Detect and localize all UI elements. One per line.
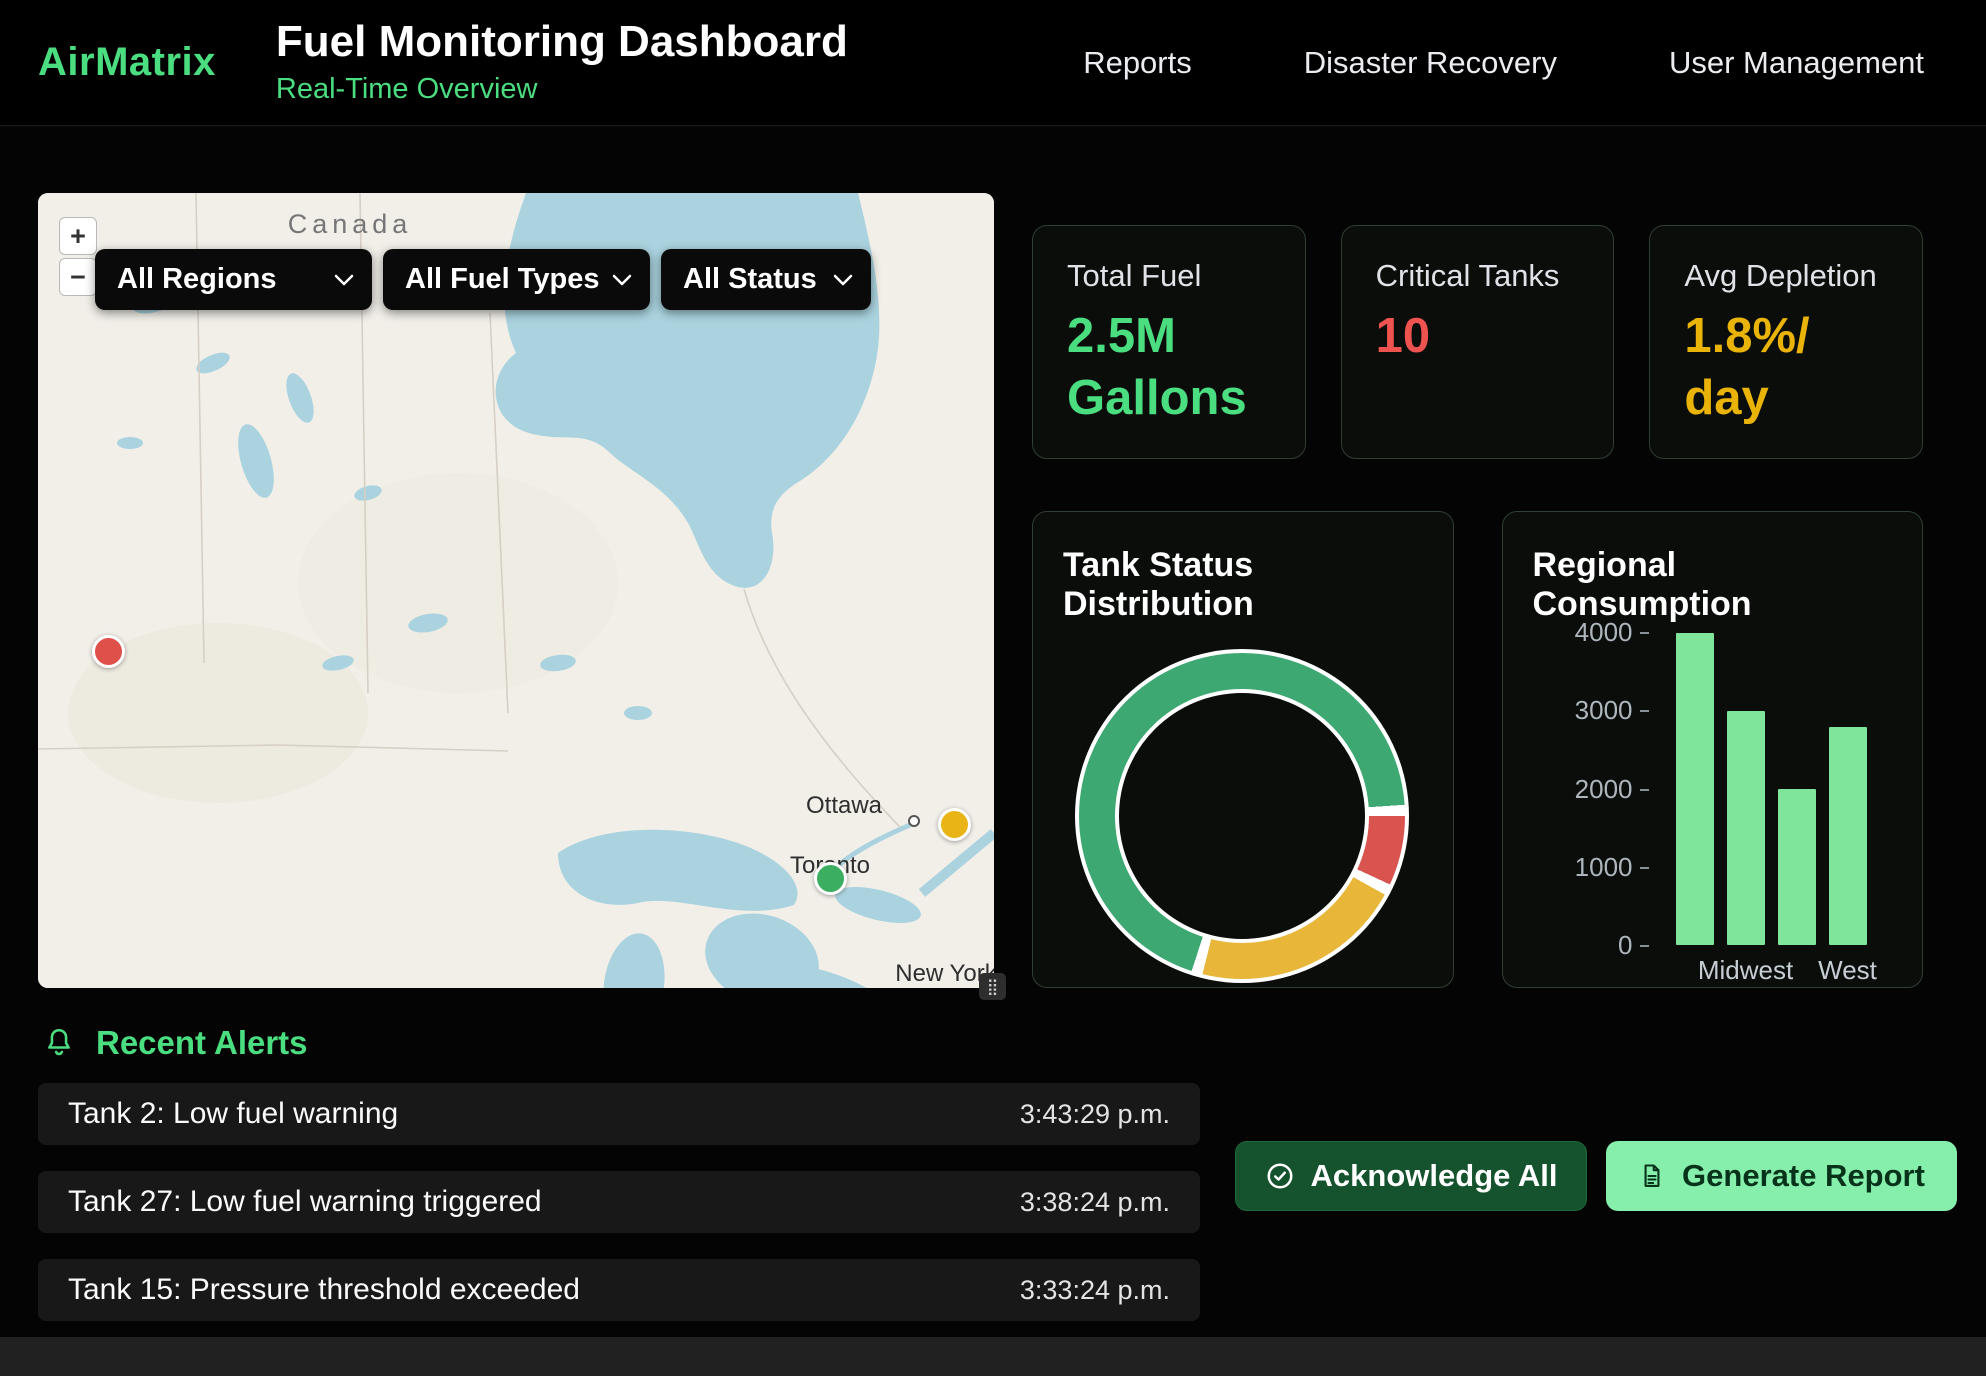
document-icon (1638, 1161, 1666, 1191)
chevron-down-icon (833, 274, 853, 286)
main-nav: Reports Disaster Recovery User Managemen… (1083, 45, 1924, 81)
map-art: Canada Ottawa Toronto New York (38, 193, 994, 988)
y-tick-label: 1000 (1575, 854, 1649, 880)
chevron-down-icon (612, 274, 632, 286)
bar-xaxis: Midwest West (1676, 955, 1867, 986)
page-title: Fuel Monitoring Dashboard (276, 19, 848, 65)
y-tick-label: 2000 (1575, 776, 1649, 802)
ottawa-city-dot (909, 816, 919, 826)
alert-message: Tank 27: Low fuel warning triggered (68, 1185, 542, 1219)
region-filter-value: All Regions (117, 263, 277, 296)
stat-value: 2.5M Gallons (1067, 306, 1271, 429)
alert-list: Tank 2: Low fuel warning 3:43:29 p.m. Ta… (38, 1083, 1200, 1347)
generate-report-label: Generate Report (1682, 1158, 1925, 1194)
y-tick-label: 0 (1618, 932, 1648, 958)
bar-1 (1727, 711, 1765, 945)
stat-card-avg-depletion: Avg Depletion 1.8%/ day (1649, 225, 1923, 459)
x-tick-label: West (1829, 955, 1867, 986)
bar-0 (1676, 633, 1714, 945)
alert-time: 3:43:29 p.m. (1020, 1099, 1170, 1130)
bar-2 (1778, 789, 1816, 945)
status-filter-select[interactable]: All Status (661, 249, 871, 310)
map-filters: All Regions All Fuel Types All Status (95, 249, 871, 310)
stat-card-total-fuel: Total Fuel 2.5M Gallons (1032, 225, 1306, 459)
map-panel: Canada Ottawa Toronto New York + − All R… (38, 193, 994, 988)
stat-label: Total Fuel (1067, 258, 1271, 294)
alert-row: Tank 2: Low fuel warning 3:43:29 p.m. (38, 1083, 1200, 1145)
tank-status-card: Tank Status Distribution (1032, 511, 1454, 988)
brand-logo[interactable]: AirMatrix (38, 40, 216, 85)
status-filter-value: All Status (683, 263, 817, 296)
check-circle-icon (1265, 1161, 1295, 1191)
alert-time: 3:38:24 p.m. (1020, 1187, 1170, 1218)
y-tick-label: 3000 (1575, 697, 1649, 723)
chevron-down-icon (334, 274, 354, 286)
regional-consumption-card: Regional Consumption 0 1000 2000 3000 4000 M… (1502, 511, 1924, 988)
chart-title-regional-consumption: Regional Consumption (1533, 546, 1893, 624)
x-tick-label: Midwest (1727, 955, 1765, 986)
stat-label: Avg Depletion (1684, 258, 1888, 294)
map-label-canada: Canada (288, 209, 413, 239)
stat-card-critical-tanks: Critical Tanks 10 (1341, 225, 1615, 459)
stat-cards: Total Fuel 2.5M Gallons Critical Tanks 1… (1032, 225, 1923, 459)
donut-hole (1119, 693, 1365, 939)
region-filter-select[interactable]: All Regions (95, 249, 372, 310)
title-block: Fuel Monitoring Dashboard Real-Time Over… (276, 19, 848, 105)
x-tick-label (1778, 955, 1816, 986)
map-marker-critical[interactable] (92, 635, 125, 668)
generate-report-button[interactable]: Generate Report (1606, 1141, 1957, 1211)
alert-message: Tank 15: Pressure threshold exceeded (68, 1273, 580, 1307)
page-subtitle: Real-Time Overview (276, 73, 848, 106)
footer-bar (0, 1337, 1986, 1376)
bell-icon (42, 1026, 76, 1060)
nav-disaster-recovery[interactable]: Disaster Recovery (1304, 45, 1557, 81)
zoom-in-button[interactable]: + (59, 217, 97, 255)
header: AirMatrix Fuel Monitoring Dashboard Real… (0, 0, 1986, 126)
chart-cards: Tank Status Distribution Regional Consum… (1032, 511, 1923, 988)
alert-row: Tank 15: Pressure threshold exceeded 3:3… (38, 1259, 1200, 1321)
map[interactable]: Canada Ottawa Toronto New York + − All R… (38, 193, 994, 988)
acknowledge-all-button[interactable]: Acknowledge All (1235, 1141, 1587, 1211)
map-label-ottawa: Ottawa (806, 792, 883, 819)
map-marker-warning[interactable] (938, 808, 971, 841)
nav-reports[interactable]: Reports (1083, 45, 1192, 81)
alert-message: Tank 2: Low fuel warning (68, 1097, 398, 1131)
nav-user-management[interactable]: User Management (1669, 45, 1924, 81)
zoom-out-button[interactable]: − (59, 258, 97, 296)
stat-label: Critical Tanks (1376, 258, 1580, 294)
bar-3 (1829, 727, 1867, 945)
bar-yaxis: 01000200030004000 (1531, 632, 1649, 945)
alert-row: Tank 27: Low fuel warning triggered 3:38… (38, 1171, 1200, 1233)
fuel-type-filter-value: All Fuel Types (405, 263, 599, 296)
fuel-type-filter-select[interactable]: All Fuel Types (383, 249, 650, 310)
alert-time: 3:33:24 p.m. (1020, 1275, 1170, 1306)
bar-plot (1676, 633, 1867, 945)
chart-title-tank-status: Tank Status Distribution (1063, 546, 1423, 624)
alerts-heading: Recent Alerts (96, 1024, 308, 1062)
map-zoom-control: + − (59, 217, 97, 296)
map-marker-normal[interactable] (814, 862, 847, 895)
alerts-header: Recent Alerts (42, 1024, 308, 1062)
resize-grip-icon[interactable]: ⣿ (979, 973, 1006, 1000)
stat-value: 1.8%/ day (1684, 306, 1888, 429)
acknowledge-all-label: Acknowledge All (1311, 1158, 1558, 1194)
stat-value: 10 (1376, 306, 1580, 368)
y-tick-label: 4000 (1575, 619, 1649, 645)
